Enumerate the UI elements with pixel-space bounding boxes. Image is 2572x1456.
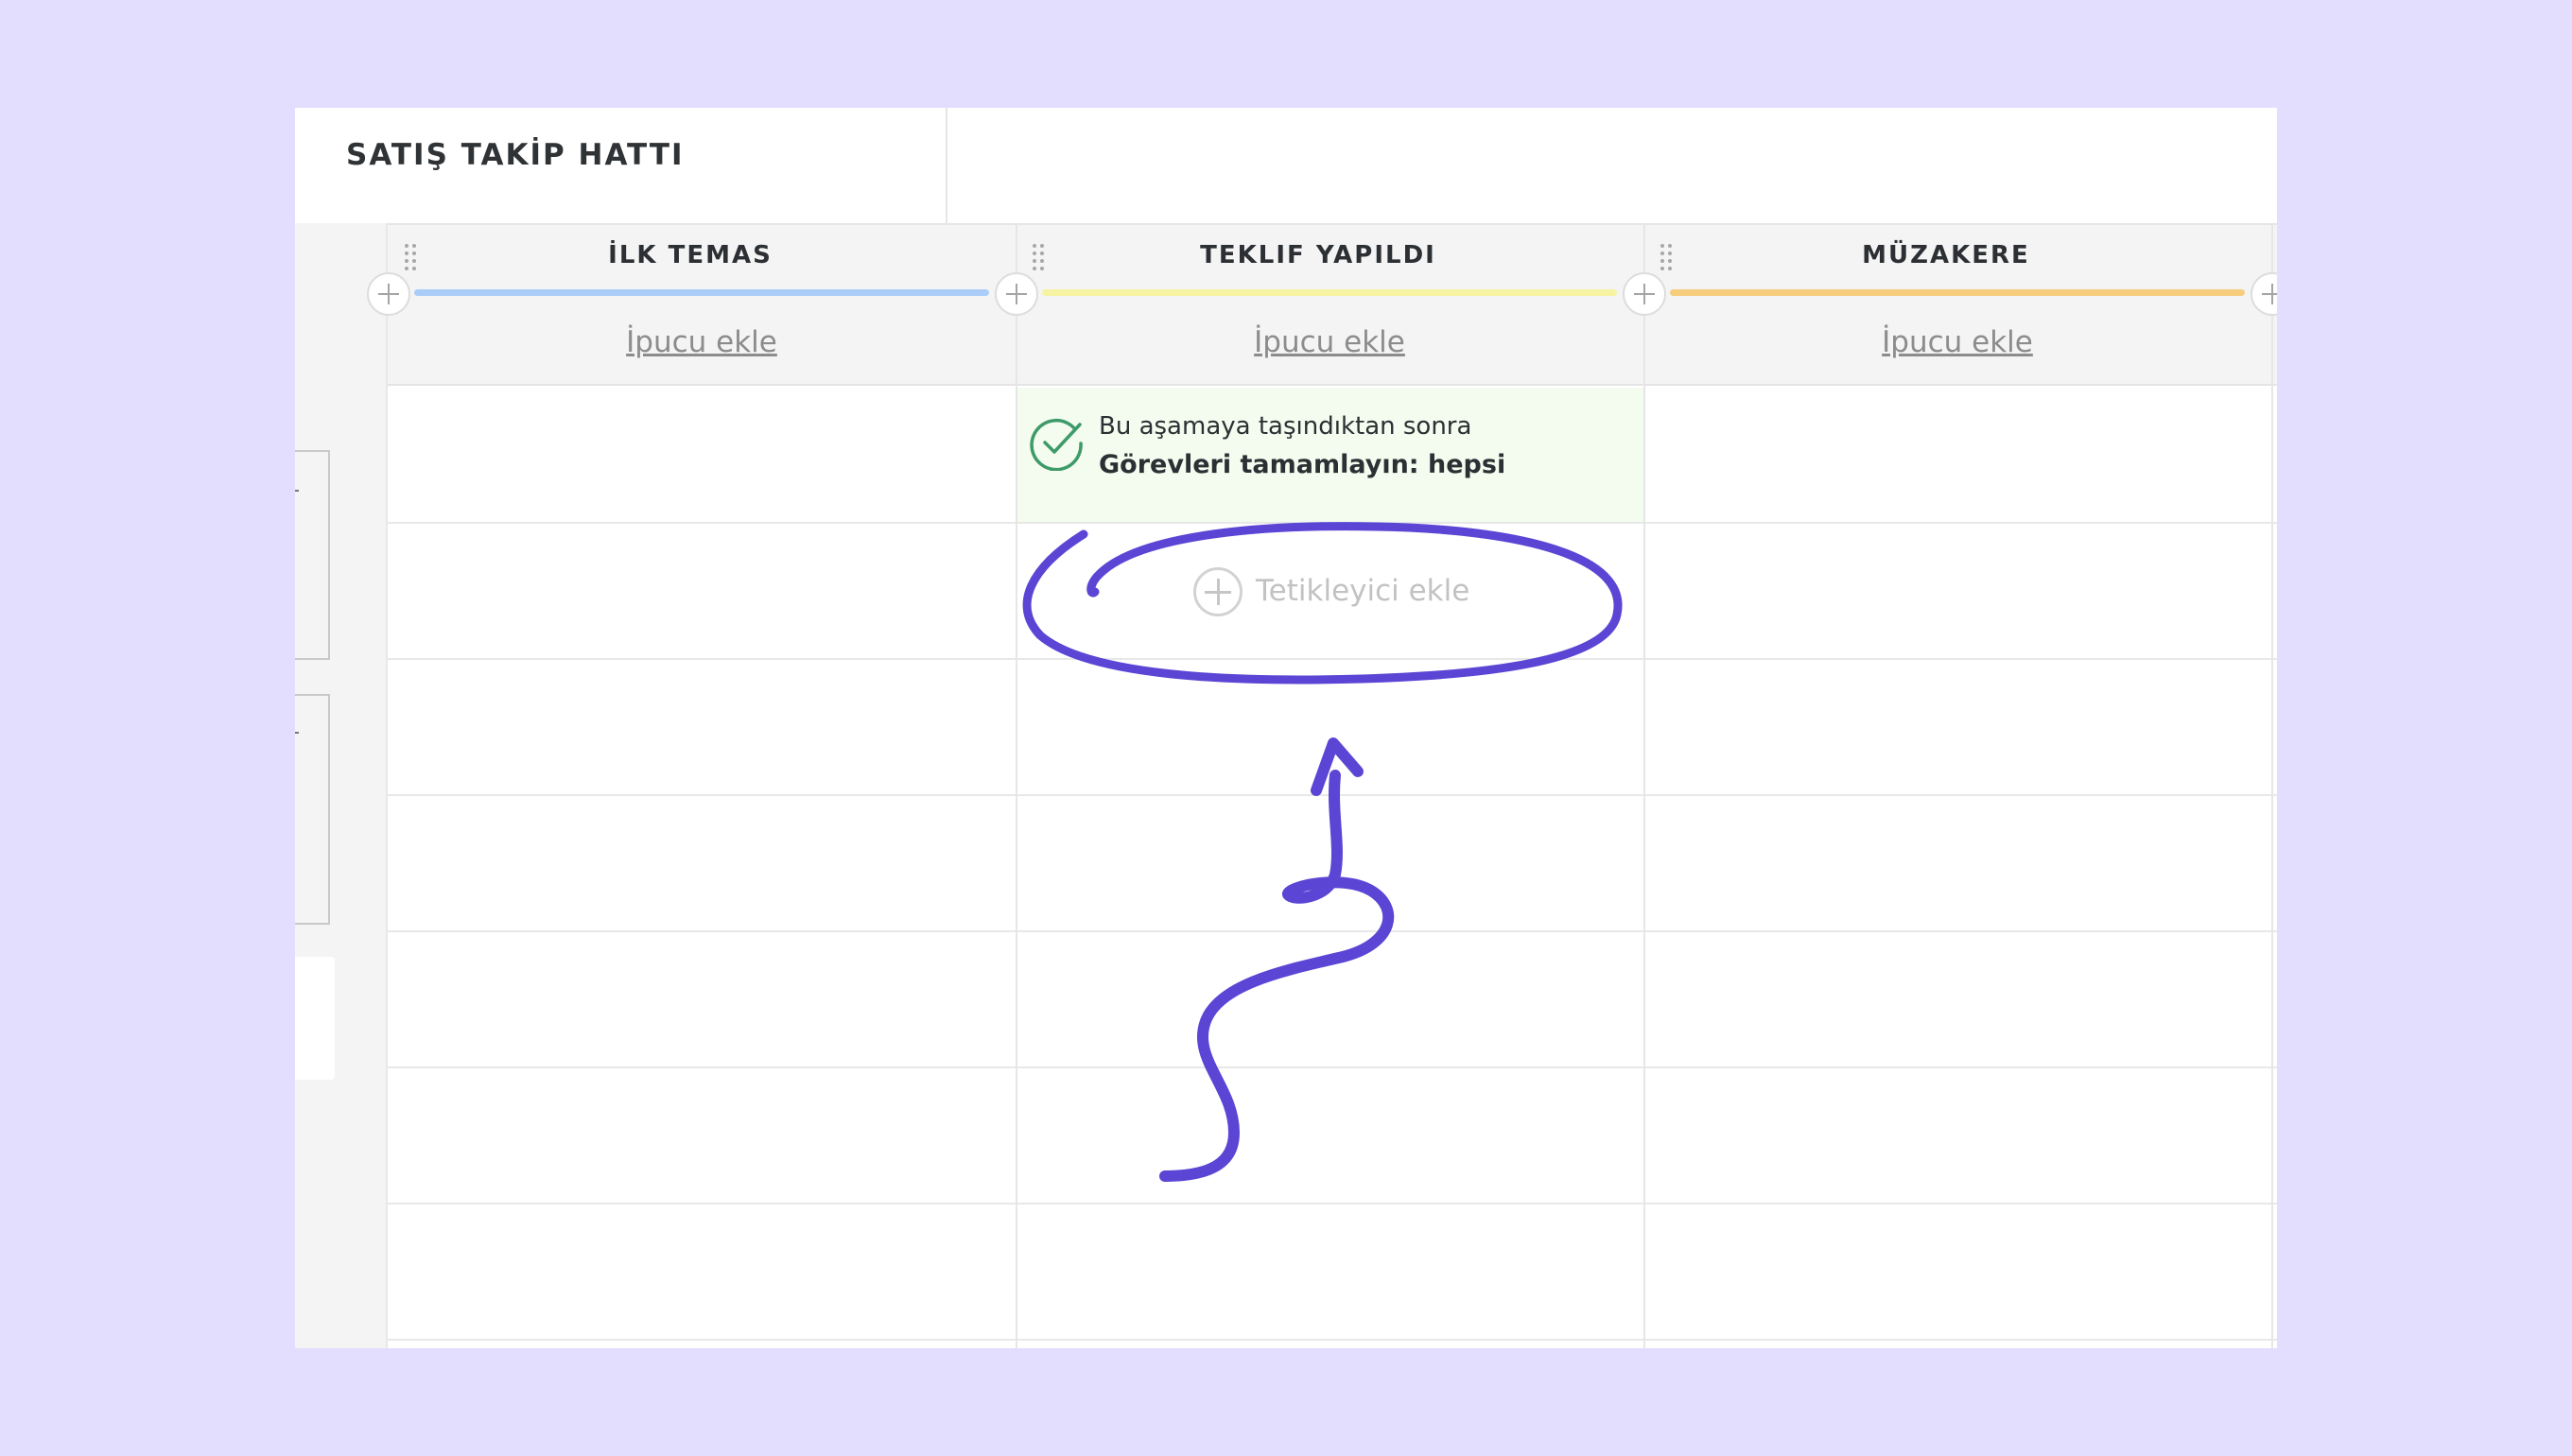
pipeline-board: İLK TEMAS İpucu ekle TEKLIF YAPILDI İpuc… bbox=[367, 223, 2277, 1348]
rail-card[interactable] bbox=[295, 957, 335, 1080]
trigger-action: Görevleri tamamlayın: hepsi bbox=[1099, 450, 1506, 479]
stage-name[interactable]: MÜZAKERE bbox=[1643, 236, 2249, 274]
add-stage-button[interactable] bbox=[1623, 272, 1666, 316]
stage-color-bar bbox=[1042, 289, 1617, 296]
add-stage-button[interactable] bbox=[367, 272, 410, 316]
rail-card[interactable] bbox=[295, 694, 330, 925]
trigger-condition: Bu aşamaya taşındıktan sonra bbox=[1099, 412, 1472, 441]
add-trigger-label: Tetikleyici ekle bbox=[1256, 574, 1470, 608]
column-divider bbox=[2271, 223, 2273, 1348]
check-circle-icon bbox=[1030, 418, 1083, 471]
stage-column-teklif-yapildi: TEKLIF YAPILDI İpucu ekle Bu aşamaya taş… bbox=[1016, 223, 1643, 1348]
page-title: SATIŞ TAKİP HATTI bbox=[346, 138, 685, 172]
rail-card[interactable] bbox=[295, 450, 330, 660]
add-hint-link[interactable]: İpucu ekle bbox=[1643, 323, 2271, 361]
stage-name[interactable]: TEKLIF YAPILDI bbox=[1016, 236, 1621, 274]
stage-name[interactable]: İLK TEMAS bbox=[388, 236, 993, 274]
rail-tick bbox=[295, 732, 299, 734]
stage-color-bar bbox=[1670, 289, 2245, 296]
title-bar: SATIŞ TAKİP HATTI bbox=[295, 108, 2277, 223]
pipeline-window: SATIŞ TAKİP HATTI İLK TEMAS İpucu ekle T… bbox=[295, 108, 2277, 1348]
add-trigger-button[interactable]: Tetikleyici ekle bbox=[1016, 524, 1643, 658]
left-rail bbox=[295, 223, 388, 1348]
add-hint-link[interactable]: İpucu ekle bbox=[388, 323, 1016, 361]
plus-circle-icon bbox=[1193, 567, 1243, 616]
title-cell: SATIŞ TAKİP HATTI bbox=[295, 108, 947, 223]
stage-column-muzakere: MÜZAKERE İpucu ekle bbox=[1643, 223, 2271, 1348]
stage-color-bar bbox=[414, 289, 989, 296]
add-hint-link[interactable]: İpucu ekle bbox=[1016, 323, 1643, 361]
stage-column-ilk-temas: İLK TEMAS İpucu ekle bbox=[388, 223, 1016, 1348]
add-stage-button[interactable] bbox=[995, 272, 1038, 316]
trigger-card[interactable]: Bu aşamaya taşındıktan sonra Görevleri t… bbox=[1017, 388, 1643, 522]
rail-tick bbox=[295, 490, 299, 492]
